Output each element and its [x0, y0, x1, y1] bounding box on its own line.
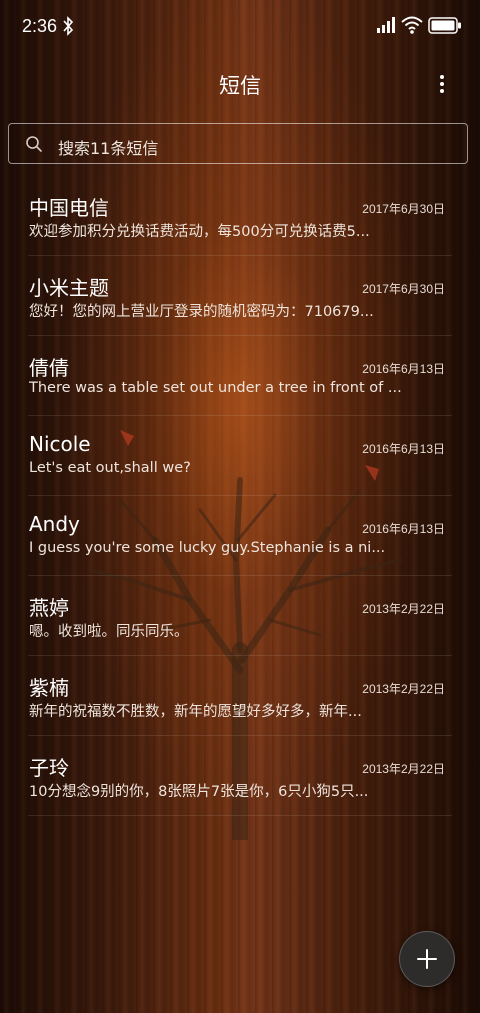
conversation-item[interactable]: 紫楠 2013年2月22日 新年的祝福数不胜数，新年的愿望好多好多，新年... — [0, 656, 480, 736]
message-preview: 您好！您的网上营业厅登录的随机密码为：710679... — [29, 304, 374, 320]
contact-name: 燕婷 — [29, 596, 69, 620]
wifi-icon — [401, 16, 423, 34]
message-date: 2017年6月30日 — [362, 202, 445, 216]
new-message-button[interactable] — [399, 931, 455, 987]
contact-name: 中国电信 — [29, 196, 109, 220]
conversation-item[interactable]: Andy 2016年6月13日 I guess you're some luck… — [0, 496, 480, 576]
message-date: 2016年6月13日 — [362, 362, 445, 376]
contact-name: Nicole — [29, 432, 91, 456]
search-input[interactable]: 搜索11条短信 — [8, 123, 468, 164]
message-preview: I guess you're some lucky guy.Stephanie … — [29, 540, 386, 556]
more-vertical-icon — [440, 75, 444, 93]
conversation-item[interactable]: 子玲 2013年2月22日 10分想念9别的你，8张照片7张是你，6只小狗5只.… — [0, 736, 480, 816]
message-preview: 欢迎参加积分兑换话费活动，每500分可兑换话费5... — [29, 224, 370, 240]
search-icon — [26, 136, 42, 152]
message-date: 2013年2月22日 — [362, 682, 445, 696]
battery-icon — [428, 17, 461, 34]
contact-name: 子玲 — [29, 756, 69, 780]
contact-name: 倩倩 — [29, 356, 69, 380]
conversation-item[interactable]: 中国电信 2017年6月30日 欢迎参加积分兑换话费活动，每500分可兑换话费5… — [0, 176, 480, 256]
more-options-button[interactable] — [426, 68, 458, 100]
status-bar: 2:36 — [0, 0, 480, 52]
bluetooth-icon — [63, 16, 74, 36]
contact-name: 小米主题 — [29, 276, 109, 300]
search-placeholder: 搜索11条短信 — [58, 139, 159, 158]
message-preview: 新年的祝福数不胜数，新年的愿望好多好多，新年... — [29, 704, 362, 720]
message-date: 2016年6月13日 — [362, 442, 445, 456]
conversation-item[interactable]: Nicole 2016年6月13日 Let's eat out,shall we… — [0, 416, 480, 496]
message-preview: There was a table set out under a tree i… — [29, 380, 402, 396]
page-title: 短信 — [219, 74, 261, 98]
contact-name: 紫楠 — [29, 676, 69, 700]
contact-name: Andy — [29, 512, 80, 536]
message-date: 2017年6月30日 — [362, 282, 445, 296]
status-time: 2:36 — [22, 16, 58, 36]
message-preview: 10分想念9别的你，8张照片7张是你，6只小狗5只... — [29, 784, 369, 800]
conversation-item[interactable]: 倩倩 2016年6月13日 There was a table set out … — [0, 336, 480, 416]
message-preview: 嗯。收到啦。同乐同乐。 — [29, 624, 189, 640]
message-date: 2013年2月22日 — [362, 762, 445, 776]
conversation-list: 中国电信 2017年6月30日 欢迎参加积分兑换话费活动，每500分可兑换话费5… — [0, 176, 480, 816]
conversation-item[interactable]: 燕婷 2013年2月22日 嗯。收到啦。同乐同乐。 — [0, 576, 480, 656]
plus-icon — [417, 949, 437, 969]
message-date: 2016年6月13日 — [362, 522, 445, 536]
conversation-item[interactable]: 小米主题 2017年6月30日 您好！您的网上营业厅登录的随机密码为：71067… — [0, 256, 480, 336]
signal-icon — [377, 17, 395, 33]
message-preview: Let's eat out,shall we? — [29, 460, 191, 476]
message-date: 2013年2月22日 — [362, 602, 445, 616]
